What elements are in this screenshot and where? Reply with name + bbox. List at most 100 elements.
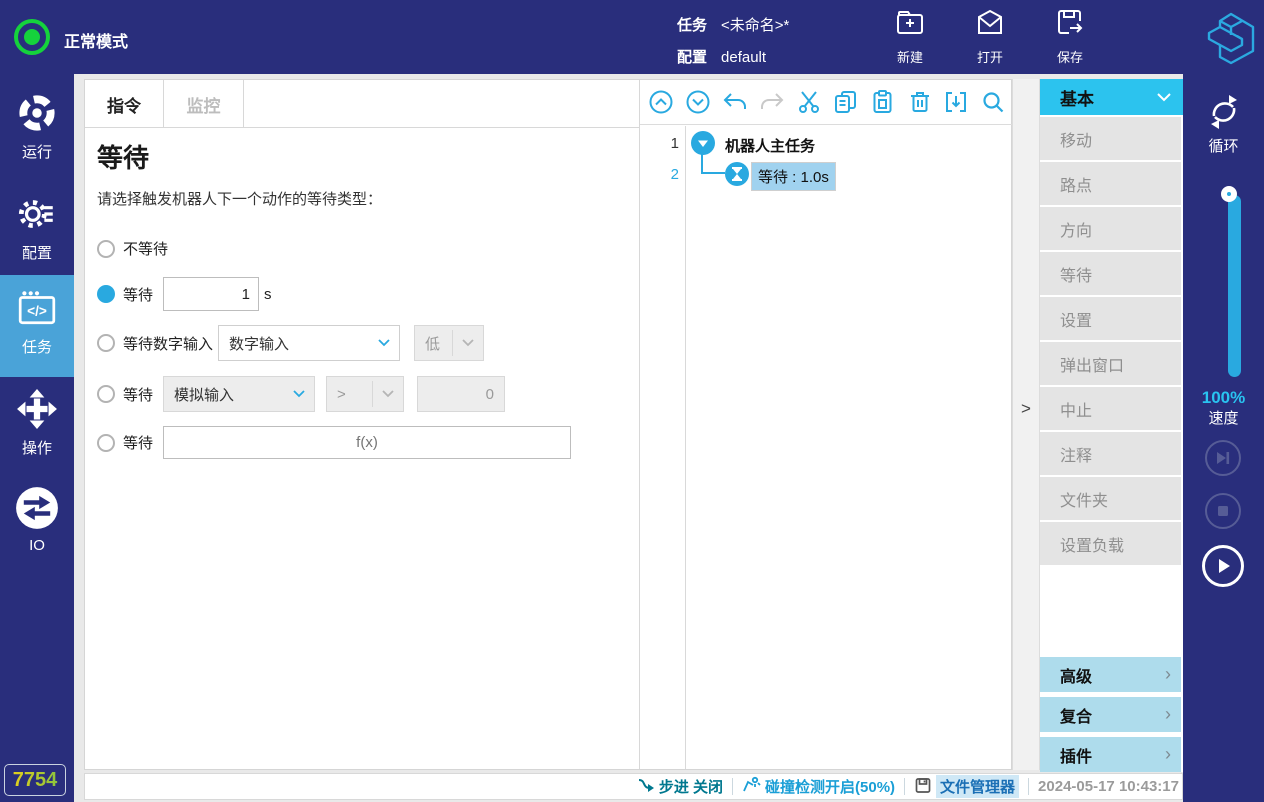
new-task-button[interactable]: 新建	[878, 6, 942, 66]
expression-input[interactable]	[163, 426, 572, 459]
sidebar-item-task[interactable]: </> 任务	[0, 275, 74, 377]
tree-connector	[701, 152, 703, 174]
expand-all-icon[interactable]	[685, 89, 711, 115]
collapse-all-icon[interactable]	[648, 89, 674, 115]
collision-icon	[742, 775, 761, 798]
chevron-down-icon	[1157, 87, 1171, 107]
status-separator	[732, 778, 734, 795]
catalog-item-comment[interactable]: 注释	[1040, 432, 1181, 475]
catalog-item-folder[interactable]: 文件夹	[1040, 477, 1181, 520]
open-task-button[interactable]: 打开	[958, 6, 1022, 66]
option-label: 等待	[123, 435, 154, 452]
task-icon-wrap: </> 任务	[0, 287, 74, 357]
sidebar-item-config[interactable]: 配置	[0, 193, 74, 263]
panel-divider	[639, 80, 640, 769]
analog-threshold-input[interactable]	[417, 376, 506, 412]
page-title: 等待	[97, 143, 150, 173]
save-task-button[interactable]: 保存	[1038, 6, 1102, 66]
mode-label: 正常模式	[64, 34, 129, 51]
catalog-item-abort[interactable]: 中止	[1040, 387, 1181, 430]
sidebar-item-label: 配置	[21, 245, 52, 262]
catalog-item-popup[interactable]: 弹出窗口	[1040, 342, 1181, 385]
option-wait-digital: 等待数字输入 数字输入 低	[97, 325, 485, 361]
task-name-row: 任务 <未命名>*	[677, 14, 789, 35]
radio-no-wait[interactable]	[97, 239, 115, 258]
chevron-down-icon	[373, 390, 403, 398]
save-task-label: 保存	[1056, 50, 1083, 65]
radio-wait-time[interactable]	[97, 285, 115, 303]
file-manager-button[interactable]: 文件管理器	[914, 775, 1020, 798]
cut-icon[interactable]	[796, 89, 822, 115]
play-button[interactable]	[1202, 545, 1244, 587]
catalog-section-composite[interactable]: 复合 ›	[1040, 697, 1181, 732]
catalog-item-move[interactable]: 移动	[1040, 117, 1181, 160]
tab-instruction[interactable]: 指令	[85, 80, 164, 128]
file-manager-label: 文件管理器	[936, 775, 1020, 798]
tab-bar: 指令 监控	[85, 80, 639, 128]
loop-icon[interactable]	[1204, 92, 1244, 137]
status-bar: 步进 关闭 碰撞检测开启(50%) 文件管理器 2024-05-17 10:43…	[84, 773, 1183, 800]
save-icon	[1053, 10, 1087, 44]
stop-button[interactable]	[1205, 493, 1241, 529]
insert-icon[interactable]	[943, 89, 969, 115]
radio-wait-digital[interactable]	[97, 334, 115, 352]
sidebar-item-io[interactable]: IO	[0, 486, 74, 554]
catalog-item-payload[interactable]: 设置负载	[1040, 522, 1181, 565]
catalog-item-wait[interactable]: 等待	[1040, 252, 1181, 295]
tab-monitor[interactable]: 监控	[164, 80, 244, 128]
line-number: 1	[670, 135, 679, 152]
collision-detect-toggle[interactable]: 碰撞检测开启(50%)	[742, 775, 895, 798]
tree-node-wait-selected[interactable]: 等待 : 1.0s	[751, 162, 836, 191]
sidebar-item-run[interactable]: 运行	[0, 92, 74, 162]
undo-icon[interactable]	[722, 89, 748, 115]
tree-node-main-task[interactable]: 机器人主任务	[725, 135, 815, 156]
io-icon	[15, 487, 59, 534]
catalog-item-set[interactable]: 设置	[1040, 297, 1181, 340]
wait-seconds-input[interactable]	[163, 277, 260, 311]
step-mode-label: 步进 关闭	[658, 779, 724, 796]
catalog-section-label: 高级	[1060, 668, 1093, 686]
seconds-unit-label: s	[264, 285, 272, 303]
catalog-section-advanced[interactable]: 高级 ›	[1040, 657, 1181, 692]
speed-slider-track[interactable]	[1228, 195, 1241, 377]
svg-text:</>: </>	[27, 303, 47, 318]
digital-level-select[interactable]: 低	[414, 325, 485, 361]
radio-wait-analog[interactable]	[97, 385, 115, 403]
task-label: 任务	[677, 17, 708, 34]
copy-icon[interactable]	[833, 89, 859, 115]
chevron-right-icon: ›	[1165, 704, 1171, 724]
collision-label: 碰撞检测开启(50%)	[765, 779, 896, 796]
wait-hourglass-icon[interactable]	[725, 162, 749, 186]
run-icon	[16, 95, 58, 138]
speed-label: 速度	[1208, 410, 1239, 427]
catalog-item-direction[interactable]: 方向	[1040, 207, 1181, 250]
catalog-section-plugin[interactable]: 插件 ›	[1040, 737, 1181, 772]
search-icon[interactable]	[980, 89, 1006, 115]
sidebar-item-label: 任务	[21, 339, 52, 356]
digital-input-value: 数字输入	[229, 335, 290, 353]
option-label: 等待	[123, 286, 154, 304]
sidebar-item-operate[interactable]: 操作	[0, 388, 74, 458]
status-separator	[904, 778, 906, 795]
step-mode-toggle[interactable]: 步进 关闭	[637, 776, 723, 798]
expand-panel-handle[interactable]: >	[1013, 399, 1039, 419]
redo-icon[interactable]	[759, 89, 785, 115]
catalog-section-label: 插件	[1060, 748, 1093, 766]
speed-slider-thumb[interactable]	[1221, 186, 1237, 202]
paste-icon[interactable]	[870, 89, 896, 115]
session-code-badge: 7754	[4, 764, 66, 796]
chevron-right-icon: ›	[1165, 664, 1171, 684]
delete-icon[interactable]	[907, 89, 933, 115]
collapse-node-icon[interactable]	[691, 131, 715, 155]
step-forward-button[interactable]	[1205, 440, 1241, 476]
analog-input-value: 模拟输入	[174, 386, 235, 404]
radio-wait-expression[interactable]	[97, 433, 115, 452]
analog-operator-select[interactable]: >	[326, 376, 405, 412]
main-panel: 指令 监控 等待 请选择触发机器人下一个动作的等待类型： 不等待 等待 s 等待…	[84, 79, 1013, 770]
catalog-section-basic[interactable]: 基本	[1040, 79, 1183, 115]
speed-value: 100%	[1201, 388, 1246, 407]
sidebar-item-label: 运行	[21, 144, 52, 161]
digital-input-select[interactable]: 数字输入	[218, 325, 401, 361]
analog-input-select[interactable]: 模拟输入	[163, 376, 316, 412]
catalog-item-waypoint[interactable]: 路点	[1040, 162, 1181, 205]
